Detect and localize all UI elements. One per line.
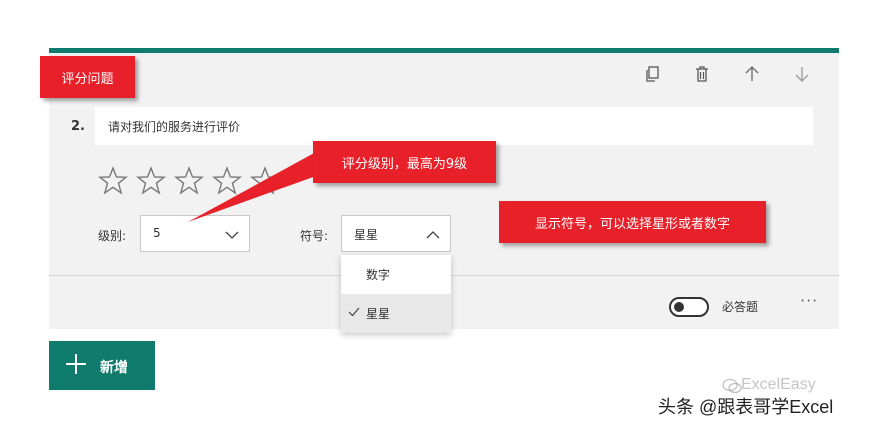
level-select[interactable]: 5 [140,215,250,252]
annotation-symbol: 显示符号，可以选择星形或者数字 [499,201,766,243]
star-icon[interactable] [98,166,128,196]
star-icon[interactable] [250,166,280,196]
required-label: 必答题 [722,300,759,314]
question-number: 2. [71,119,85,134]
more-options-icon[interactable]: ··· [800,291,818,310]
annotation-title: 评分问题 [40,56,135,98]
option-label: 数字 [366,268,391,282]
required-toggle[interactable] [669,297,709,317]
copy-icon[interactable] [638,60,666,88]
symbol-value: 星星 [354,228,379,242]
rating-stars [98,166,280,196]
star-icon[interactable] [212,166,242,196]
question-title-field[interactable]: 请对我们的服务进行评价 [95,107,813,145]
dropdown-option-star[interactable]: 星星 [341,294,451,333]
symbol-label: 符号: [300,229,329,243]
move-down-icon[interactable] [788,60,816,88]
card-accent-bar [49,48,839,53]
move-up-icon[interactable] [738,60,766,88]
add-button-label: 新增 [100,360,128,376]
dropdown-option-number[interactable]: 数字 [341,255,451,294]
symbol-dropdown-menu: 数字 星星 [341,255,451,333]
annotation-level: 评分级别，最高为9级 [313,141,496,183]
plus-icon [66,354,86,374]
star-icon[interactable] [174,166,204,196]
chevron-up-icon [426,231,440,239]
star-icon[interactable] [136,166,166,196]
toggle-knob [674,302,684,312]
watermark-source: 头条 @跟表哥学Excel [658,397,834,417]
chevron-down-icon [225,231,239,239]
option-label: 星星 [366,307,391,321]
check-icon [348,307,360,317]
level-value: 5 [153,226,161,240]
add-question-button[interactable]: 新增 [49,341,155,390]
watermark-brand: ExcelEasy [741,376,816,393]
symbol-select[interactable]: 星星 [341,215,451,252]
question-title: 请对我们的服务进行评价 [108,120,241,134]
delete-icon[interactable] [688,60,716,88]
level-label: 级别: [98,229,127,243]
wechat-icon [722,378,742,394]
